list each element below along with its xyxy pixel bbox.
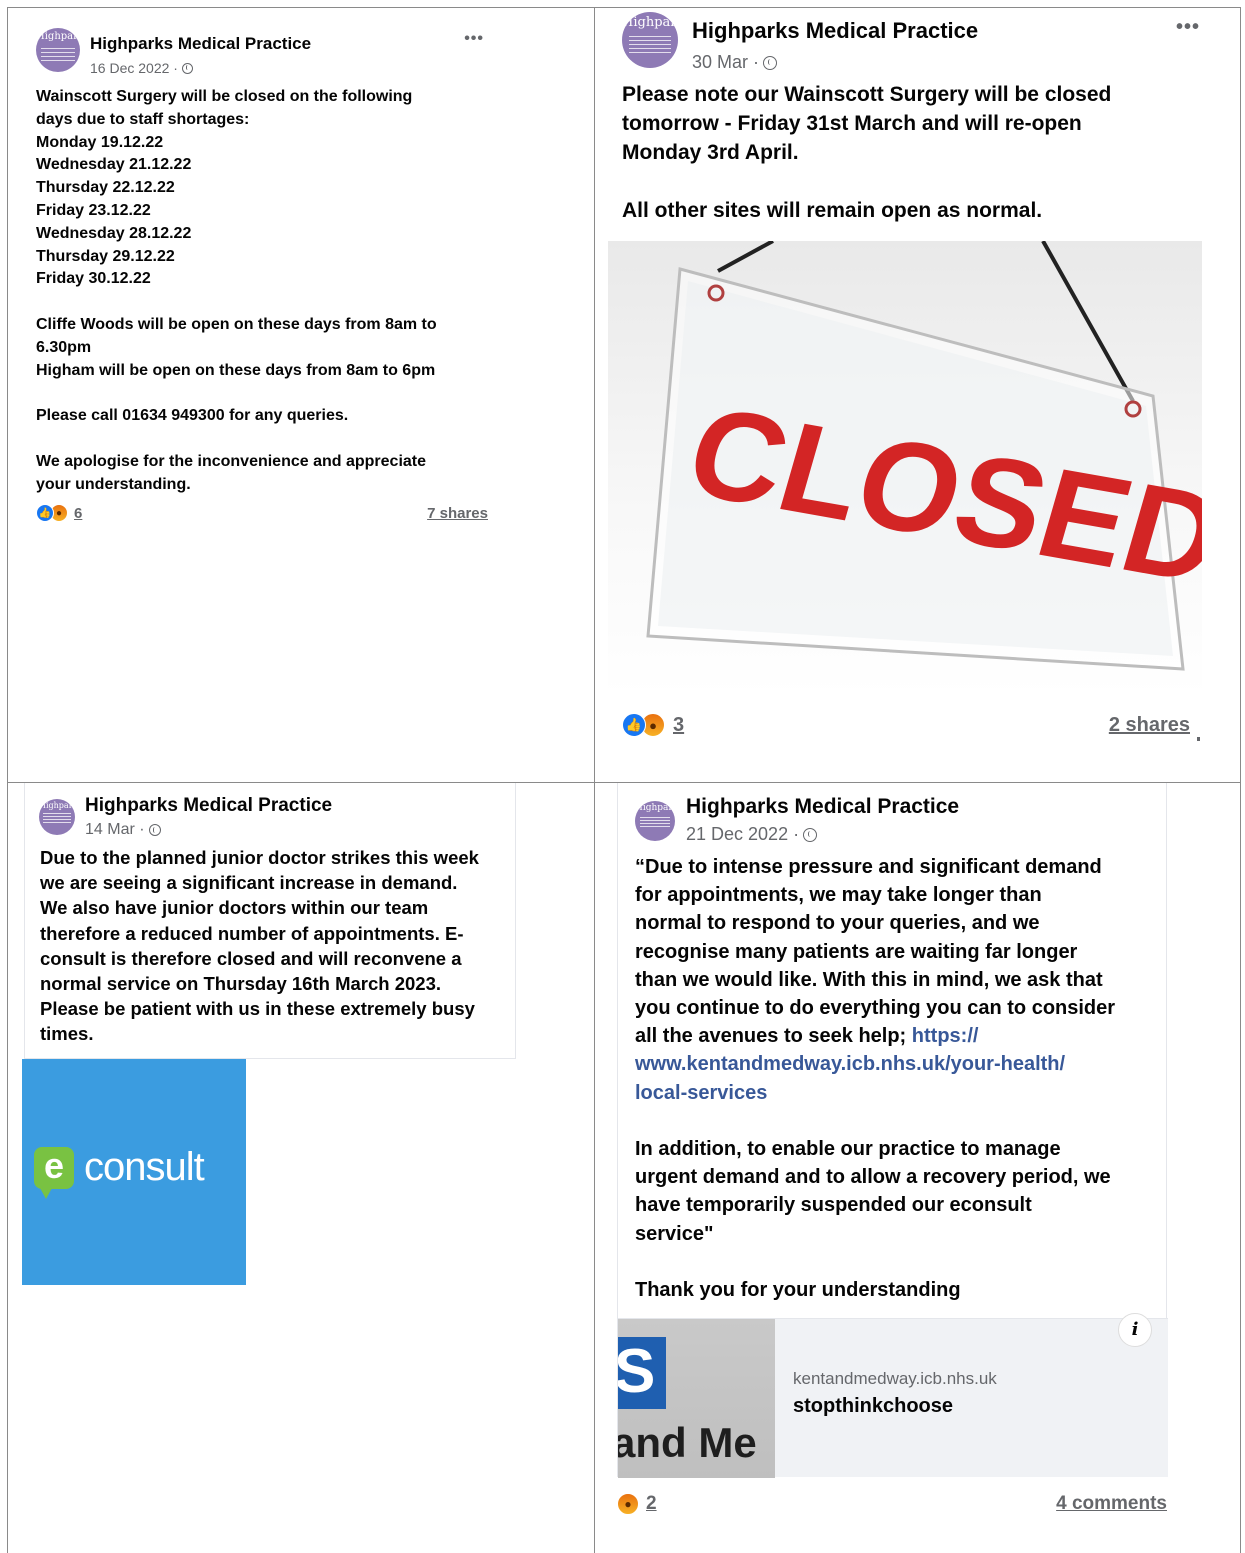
post-header: Highparks Highparks Medical Practice 21 … bbox=[635, 795, 959, 845]
like-icon: 👍 bbox=[622, 713, 646, 737]
avatar-text: Highparks bbox=[36, 31, 80, 42]
post-date[interactable]: 21 Dec 2022 · bbox=[686, 824, 799, 845]
post-text-end: In addition, to enable our practice to m… bbox=[635, 1138, 1111, 1302]
globe-icon bbox=[763, 55, 778, 70]
facebook-post: Highparks Highparks Medical Practice 14 … bbox=[24, 783, 516, 1059]
reactions[interactable]: 👍 ● 3 bbox=[622, 713, 684, 737]
cell-bottom-right: Highparks Highparks Medical Practice 21 … bbox=[594, 782, 1241, 1553]
page-name[interactable]: Highparks Medical Practice bbox=[692, 18, 978, 44]
closed-sign-image[interactable]: CLOSED bbox=[608, 241, 1202, 696]
reaction-count[interactable]: 3 bbox=[673, 714, 684, 737]
reaction-count[interactable]: 2 bbox=[646, 1493, 657, 1515]
avatar[interactable]: Highparks bbox=[36, 28, 80, 72]
link-preview-card[interactable]: S and Me kentandmedway.icb.nhs.uk stopth… bbox=[618, 1313, 1168, 1478]
post-text: Wainscott Surgery will be closed on the … bbox=[36, 88, 437, 493]
post-date[interactable]: 16 Dec 2022 · bbox=[90, 60, 178, 76]
post-footer: 👍 ● 6 7 shares bbox=[36, 504, 488, 522]
econsult-logo-image[interactable]: e consult bbox=[22, 1059, 246, 1285]
post-meta: 30 Mar · bbox=[692, 52, 978, 73]
thumbnail-letter: S bbox=[618, 1337, 656, 1406]
avatar-text: Highparks bbox=[39, 801, 75, 810]
more-options-icon[interactable]: ••• bbox=[464, 30, 484, 48]
facebook-post: Highparks Highparks Medical Practice 21 … bbox=[617, 783, 1168, 1553]
reactions[interactable]: ● 2 bbox=[617, 1493, 657, 1515]
like-icon: 👍 bbox=[36, 504, 54, 522]
post-date[interactable]: 14 Mar · bbox=[85, 821, 145, 839]
econsult-speech-bubble: e bbox=[34, 1147, 74, 1199]
more-options-icon[interactable]: ••• bbox=[1176, 16, 1200, 39]
post-text: Please note our Wainscott Surgery will b… bbox=[622, 83, 1112, 222]
econsult-wordmark: consult bbox=[84, 1145, 205, 1189]
post-meta: 16 Dec 2022 · bbox=[90, 60, 311, 76]
cell-top-left: Highparks Highparks Medical Practice 16 … bbox=[7, 7, 595, 783]
page-name[interactable]: Highparks Medical Practice bbox=[686, 795, 959, 819]
shares-link[interactable]: 7 shares bbox=[427, 505, 488, 522]
globe-icon bbox=[181, 62, 193, 74]
closed-sign-illustration: CLOSED bbox=[646, 241, 1202, 671]
facebook-post: Highparks Highparks Medical Practice 16 … bbox=[20, 20, 490, 540]
avatar-text: Highparks bbox=[635, 803, 675, 813]
link-preview-title: stopthinkchoose bbox=[793, 1395, 954, 1417]
page-name[interactable]: Highparks Medical Practice bbox=[90, 34, 311, 54]
info-icon[interactable]: i bbox=[1118, 1313, 1152, 1347]
cell-bottom-left: Highparks Highparks Medical Practice 14 … bbox=[7, 782, 595, 1553]
post-date[interactable]: 30 Mar · bbox=[692, 52, 759, 73]
post-header: Highparks Highparks Medical Practice 14 … bbox=[39, 795, 332, 839]
reaction-count[interactable]: 6 bbox=[74, 505, 82, 522]
post-footer: ● 2 4 comments bbox=[617, 1493, 1167, 1515]
post-header: Highparks Highparks Medical Practice 30 … bbox=[622, 12, 978, 73]
facebook-post: Highparks Highparks Medical Practice 30 … bbox=[608, 8, 1202, 778]
globe-icon bbox=[148, 824, 161, 836]
page-name[interactable]: Highparks Medical Practice bbox=[85, 795, 332, 817]
post-header: Highparks Highparks Medical Practice 16 … bbox=[36, 28, 311, 76]
avatar-text: Highparks bbox=[622, 15, 678, 30]
link-preview-domain: kentandmedway.icb.nhs.uk bbox=[793, 1369, 997, 1388]
link-preview-thumbnail: S and Me bbox=[618, 1319, 775, 1478]
avatar[interactable]: Highparks bbox=[635, 801, 675, 841]
divider bbox=[1197, 737, 1200, 741]
globe-icon bbox=[803, 827, 818, 842]
thumbnail-word: and Me bbox=[618, 1419, 757, 1466]
post-text: Due to the planned junior doctor strikes… bbox=[40, 847, 479, 1045]
post-card: Highparks Highparks Medical Practice 21 … bbox=[617, 783, 1168, 1478]
post-footer: 👍 ● 3 2 shares bbox=[622, 713, 1190, 737]
avatar[interactable]: Highparks bbox=[39, 799, 75, 835]
comments-link[interactable]: 4 comments bbox=[1056, 1493, 1167, 1515]
cell-top-right: Highparks Highparks Medical Practice 30 … bbox=[594, 7, 1241, 783]
reactions[interactable]: 👍 ● 6 bbox=[36, 504, 82, 522]
post-meta: 21 Dec 2022 · bbox=[686, 824, 959, 845]
shares-link[interactable]: 2 shares bbox=[1109, 714, 1190, 737]
post-meta: 14 Mar · bbox=[85, 821, 332, 839]
angry-icon: ● bbox=[617, 1493, 639, 1515]
avatar[interactable]: Highparks bbox=[622, 12, 678, 68]
post-text: “Due to intense pressure and significant… bbox=[635, 853, 1160, 1304]
post-text-start: “Due to intense pressure and significant… bbox=[635, 856, 1116, 1048]
